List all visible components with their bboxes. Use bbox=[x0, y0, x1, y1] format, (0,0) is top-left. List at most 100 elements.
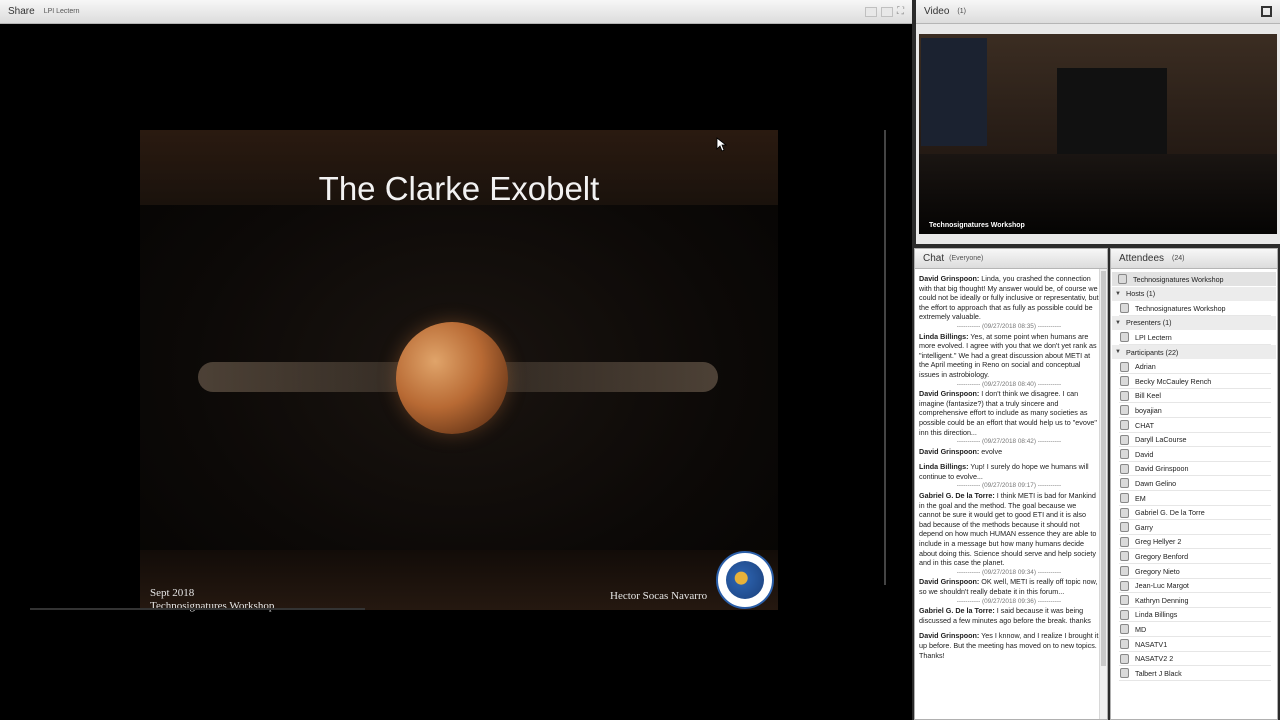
attendee-label: Adrian bbox=[1135, 362, 1156, 372]
attendee-label: Kathryn Denning bbox=[1135, 595, 1189, 605]
collapse-icon[interactable]: ▼ bbox=[1114, 320, 1122, 326]
host-item[interactable]: Technosignatures Workshop bbox=[1112, 301, 1276, 315]
user-icon bbox=[1118, 274, 1127, 284]
collapse-icon[interactable]: ▼ bbox=[1114, 349, 1122, 355]
video-pod: Video (1) Technosignatures Workshop bbox=[916, 0, 1280, 244]
attendee-label: NASATV1 bbox=[1135, 639, 1168, 649]
chat-timestamp: ----------- (09/27/2018 08:35) ---------… bbox=[956, 322, 1062, 330]
participant-item[interactable]: Dawn Gelino bbox=[1112, 476, 1276, 490]
participant-item[interactable]: Daryll LaCourse bbox=[1112, 433, 1276, 447]
user-icon bbox=[1120, 303, 1129, 314]
video-count: (1) bbox=[957, 8, 966, 15]
attendee-label: NASATV2 2 bbox=[1135, 654, 1174, 664]
slide-workshop: Technosignatures Workshop bbox=[150, 600, 275, 612]
chat-scroll-thumb[interactable] bbox=[1101, 271, 1106, 666]
participant-item[interactable]: NASATV1 bbox=[1112, 637, 1276, 651]
participants-group[interactable]: ▼ Participants (22) bbox=[1112, 345, 1276, 359]
participant-item[interactable]: Linda Billings bbox=[1112, 608, 1276, 622]
participant-item[interactable]: boyajian bbox=[1112, 403, 1276, 417]
participant-item[interactable]: Garry bbox=[1112, 520, 1276, 534]
user-icon bbox=[1120, 595, 1129, 606]
attendees-pod: Attendees (24) Technosignatures Workshop… bbox=[1110, 248, 1278, 720]
attendee-label: Greg Hellyer 2 bbox=[1135, 537, 1182, 547]
user-icon bbox=[1120, 609, 1129, 620]
attendee-label: Hosts (1) bbox=[1126, 289, 1156, 299]
participant-item[interactable]: Talbert J Black bbox=[1112, 666, 1276, 680]
attendee-label: CHAT bbox=[1135, 420, 1155, 430]
fullscreen-icon[interactable] bbox=[1261, 6, 1272, 17]
chat-message-author: David Grinspoon: bbox=[919, 446, 980, 456]
attendee-label: Gabriel G. De la Torre bbox=[1135, 508, 1205, 518]
chat-header: Chat (Everyone) bbox=[915, 249, 1107, 269]
attendee-label: EM bbox=[1135, 493, 1146, 503]
fullscreen-icon[interactable]: ⛶ bbox=[897, 6, 904, 17]
attendee-label: Gregory Nieto bbox=[1135, 566, 1180, 576]
chat-message-text: evolve bbox=[979, 446, 1003, 456]
chat-timestamp: ----------- (09/27/2018 09:34) ---------… bbox=[956, 568, 1062, 576]
share-scrollbar-horizontal[interactable] bbox=[30, 608, 365, 610]
participant-item[interactable]: Jean-Luc Margot bbox=[1112, 579, 1276, 593]
share-header: Share LPI Lectern ⛶ bbox=[0, 0, 912, 24]
participant-item[interactable]: NASATV2 2 bbox=[1112, 652, 1276, 666]
attendee-label: Garry bbox=[1135, 522, 1153, 532]
attendee-label: Jean-Luc Margot bbox=[1135, 581, 1189, 591]
presenter-item[interactable]: LPI Lectern bbox=[1112, 330, 1276, 344]
video-title: Video bbox=[924, 6, 950, 17]
attendee-label: MD bbox=[1135, 624, 1147, 634]
user-icon bbox=[1120, 405, 1129, 416]
collapse-icon[interactable]: ▼ bbox=[1114, 291, 1122, 297]
chat-timestamp: ----------- (09/27/2018 08:42) ---------… bbox=[956, 438, 1062, 446]
user-icon bbox=[1120, 463, 1129, 474]
attendee-label: Participants (22) bbox=[1126, 347, 1179, 357]
chat-message: David Grinspoon: Linda, you crashed the … bbox=[919, 274, 1099, 322]
chat-scrollbar[interactable] bbox=[1099, 269, 1107, 719]
user-icon bbox=[1120, 434, 1129, 445]
user-icon bbox=[1120, 551, 1129, 562]
participant-item[interactable]: David Grinspoon bbox=[1112, 462, 1276, 476]
user-icon bbox=[1120, 536, 1129, 547]
attendees-title: Attendees bbox=[1119, 253, 1165, 264]
chat-message-author: David Grinspoon: bbox=[919, 631, 980, 641]
user-icon bbox=[1120, 449, 1129, 460]
share-scrollbar-vertical[interactable] bbox=[884, 130, 886, 585]
chat-timestamp: ----------- (09/27/2018 09:17) ---------… bbox=[956, 482, 1062, 490]
user-icon bbox=[1120, 522, 1129, 533]
user-icon bbox=[1120, 639, 1129, 649]
participant-item[interactable]: Kathryn Denning bbox=[1112, 593, 1276, 607]
user-icon bbox=[1120, 376, 1129, 387]
user-icon bbox=[1120, 653, 1129, 664]
user-icon bbox=[1120, 507, 1129, 518]
meeting-room-item[interactable]: Technosignatures Workshop bbox=[1112, 272, 1276, 286]
participant-item[interactable]: Gabriel G. De la Torre bbox=[1112, 506, 1276, 520]
chat-messages: David Grinspoon: Linda, you crashed the … bbox=[919, 274, 1099, 716]
chat-message-author: Linda Billings: bbox=[919, 331, 969, 341]
share-title: Share bbox=[8, 6, 35, 17]
chat-message: Gabriel G. De la Torre: I said because i… bbox=[919, 606, 1099, 625]
chat-message-text: I think METI is bad for Mankind in the g… bbox=[919, 491, 1097, 568]
participant-item[interactable]: Greg Hellyer 2 bbox=[1112, 535, 1276, 549]
participant-item[interactable]: CHAT bbox=[1112, 418, 1276, 432]
attendee-label: Technosignatures Workshop bbox=[1135, 303, 1226, 313]
fit-width-icon[interactable] bbox=[881, 6, 893, 17]
participant-item[interactable]: EM bbox=[1112, 491, 1276, 505]
mouse-cursor-icon bbox=[716, 137, 728, 152]
attendee-label: Talbert J Black bbox=[1135, 668, 1182, 678]
chat-message: Linda Billings: Yup! I surely do hope we… bbox=[919, 462, 1099, 481]
projection-screen bbox=[921, 38, 987, 146]
participant-item[interactable]: MD bbox=[1112, 622, 1276, 636]
presenters-group[interactable]: ▼ Presenters (1) bbox=[1112, 315, 1276, 330]
participant-item[interactable]: Adrian bbox=[1112, 360, 1276, 374]
layout-icon[interactable] bbox=[865, 6, 877, 17]
chat-title: Chat bbox=[923, 253, 945, 264]
chat-message: Linda Billings: Yes, at some point when … bbox=[919, 332, 1099, 380]
chat-message-author: Gabriel G. De la Torre: bbox=[919, 491, 995, 501]
participant-item[interactable]: Bill Keel bbox=[1112, 389, 1276, 403]
planet-image bbox=[396, 322, 508, 434]
participant-item[interactable]: Gregory Nieto bbox=[1112, 564, 1276, 578]
participant-item[interactable]: David bbox=[1112, 447, 1276, 461]
chat-message: David Grinspoon: evolve bbox=[919, 447, 1099, 457]
chat-message-author: David Grinspoon: bbox=[919, 389, 980, 399]
participant-item[interactable]: Becky McCauley Rench bbox=[1112, 374, 1276, 388]
hosts-group[interactable]: ▼ Hosts (1) bbox=[1112, 286, 1276, 301]
participant-item[interactable]: Gregory Benford bbox=[1112, 549, 1276, 563]
